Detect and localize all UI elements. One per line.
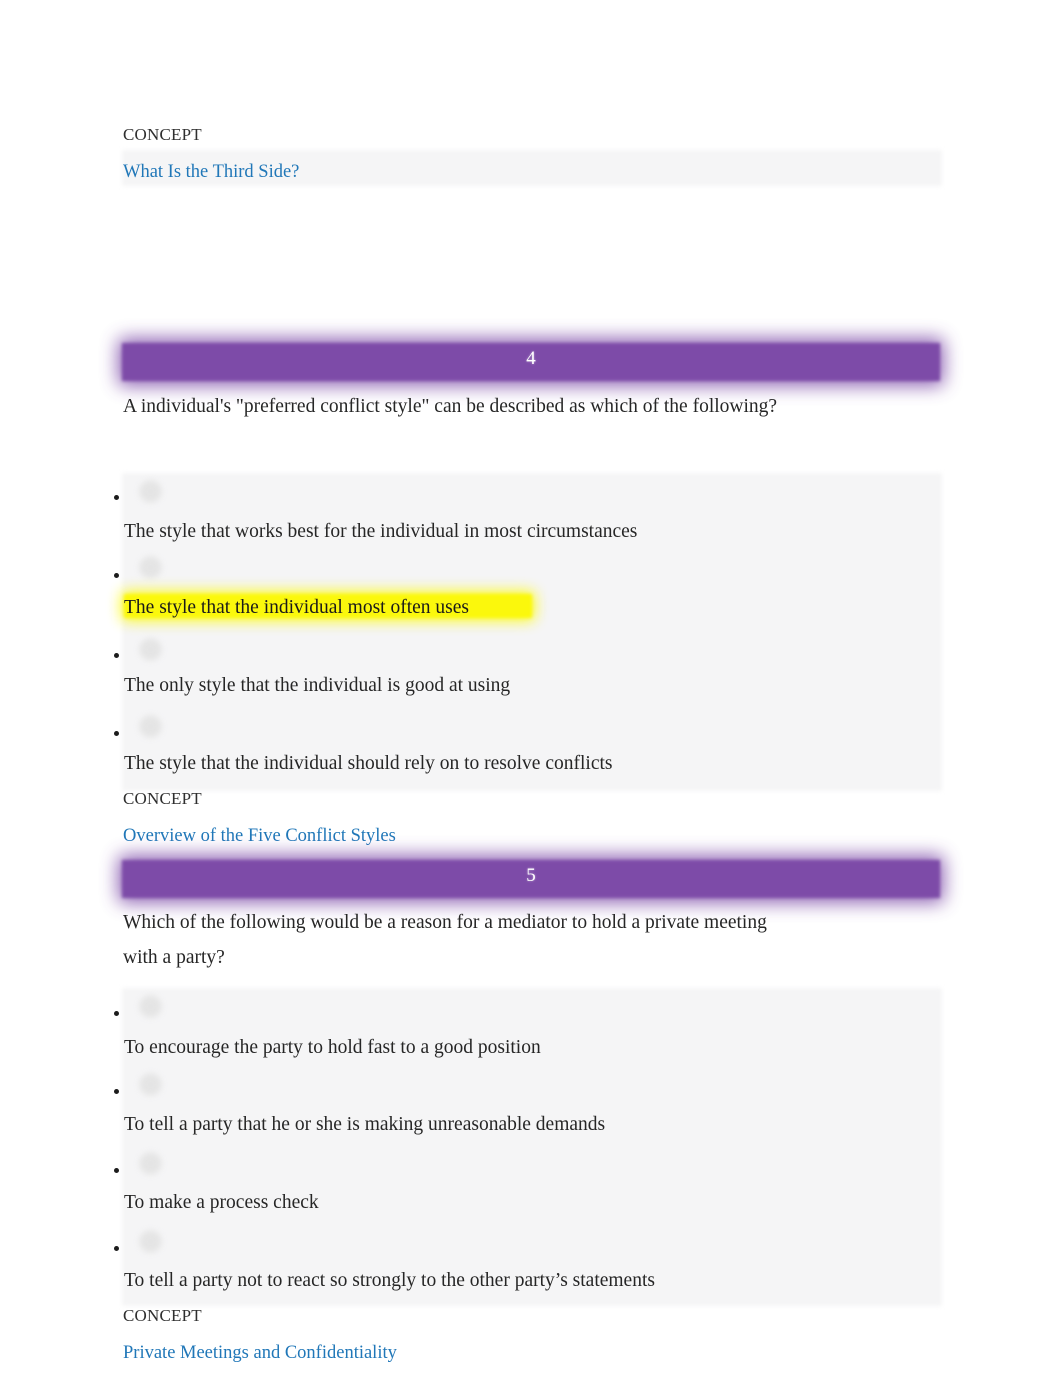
question-5-prompt: Which of the following would be a reason… [123,912,767,968]
radio-button-icon[interactable] [140,639,161,660]
option-bullet [114,1089,119,1094]
radio-button-icon[interactable] [140,481,161,502]
question-4-option-1[interactable]: The style that works best for the indivi… [124,519,637,545]
option-bullet [114,1011,119,1016]
option-bullet [114,653,119,658]
question-4-concept-label: CONCEPT [123,789,202,808]
question-4-header-bar: 4 [118,338,944,386]
radio-button-icon[interactable] [140,557,161,578]
radio-button-icon[interactable] [140,996,161,1017]
radio-button-icon[interactable] [140,1074,161,1095]
question-4-prompt: A individual's "preferred conflict style… [123,396,778,417]
option-bullet [114,1168,119,1173]
radio-button-icon[interactable] [140,716,161,737]
option-bullet [114,1246,119,1251]
question-5-option-3[interactable]: To make a process check [124,1190,319,1216]
question-5-option-1[interactable]: To encourage the party to hold fast to a… [124,1035,541,1061]
question-5-concept-label: CONCEPT [123,1306,202,1325]
concept-link-private-meetings-and-confidentiality[interactable]: Private Meetings and Confidentiality [123,1341,397,1365]
option-bullet [114,731,119,736]
question-4-number: 4 [526,348,536,369]
question-5-option-2[interactable]: To tell a party that he or she is making… [124,1112,605,1138]
question-4-option-4[interactable]: The style that the individual should rel… [124,751,612,777]
question-5-number: 5 [526,865,536,886]
concept-link-what-is-the-third-side[interactable]: What Is the Third Side? [123,160,299,184]
question-4-option-2[interactable]: The style that the individual most often… [124,595,469,621]
option-bullet [114,495,119,500]
concept-link-overview-of-the-five-conflict-styles[interactable]: Overview of the Five Conflict Styles [123,824,396,848]
question-4-option-3[interactable]: The only style that the individual is go… [124,673,510,699]
concept-label-top: CONCEPT [123,125,202,144]
radio-button-icon[interactable] [140,1231,161,1252]
option-bullet [114,573,119,578]
question-5-option-4[interactable]: To tell a party not to react so strongly… [124,1268,655,1294]
quiz-review-page: CONCEPT What Is the Third Side? 4 A indi… [0,0,1062,1377]
radio-button-icon[interactable] [140,1153,161,1174]
question-5-header-bar: 5 [118,855,944,903]
